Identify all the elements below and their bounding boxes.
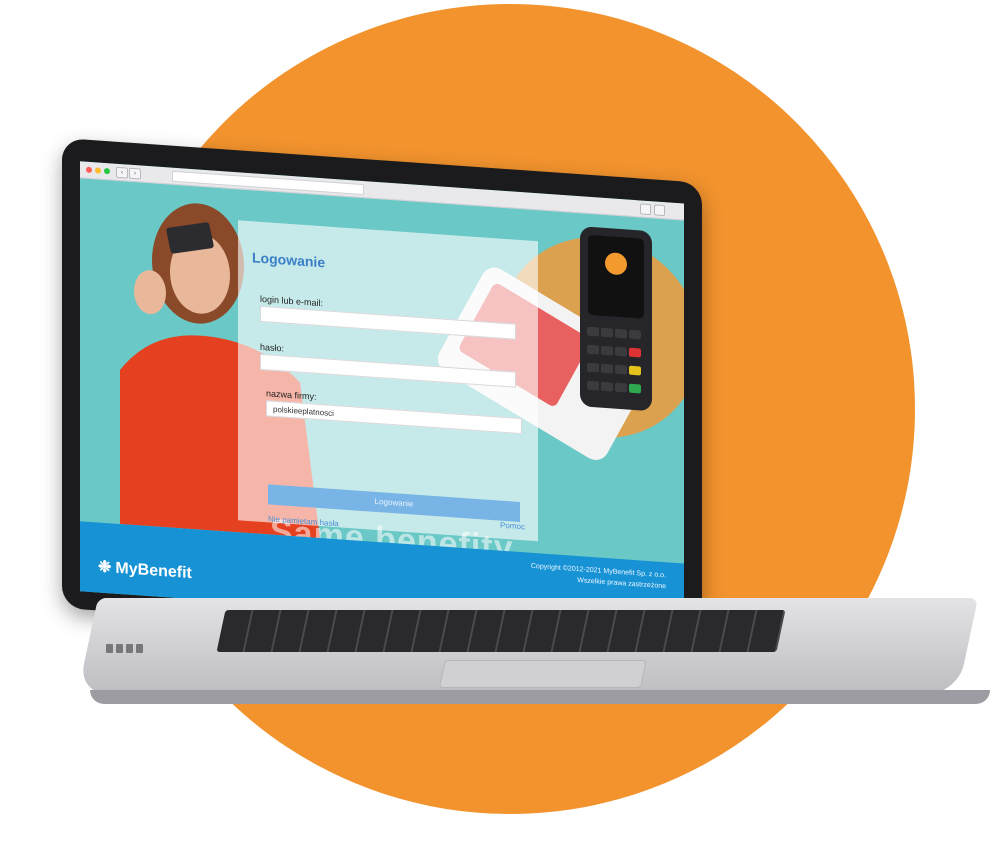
copyright-text: Copyright ©2012-2021 MyBenefit Sp. z o.o… — [531, 561, 666, 592]
terminal-keypad — [586, 325, 646, 401]
back-button[interactable]: ‹ — [116, 166, 128, 179]
snowflake-icon: ❉ — [98, 558, 112, 577]
tabs-icon[interactable] — [654, 204, 665, 217]
password-input[interactable] — [260, 353, 516, 388]
mybenefit-logo[interactable]: ❉ MyBenefit — [98, 557, 192, 584]
password-label: hasło: — [260, 341, 285, 354]
company-input[interactable]: polskieeplatnosci — [266, 400, 522, 435]
payment-terminal-image — [580, 226, 652, 412]
laptop-lid: ‹ › Logowanie login lub e-mail: hasło: n… — [62, 138, 702, 653]
laptop-trackpad — [438, 660, 647, 688]
login-panel: Logowanie login lub e-mail: hasło: nazwa… — [238, 220, 538, 568]
close-dot-icon[interactable] — [86, 166, 92, 174]
login-input[interactable] — [260, 305, 516, 340]
share-icon[interactable] — [640, 203, 651, 216]
laptop-screen: ‹ › Logowanie login lub e-mail: hasło: n… — [80, 161, 684, 634]
company-input-value: polskieeplatnosci — [273, 404, 334, 419]
company-label: nazwa firmy: — [266, 388, 317, 402]
laptop-ports — [106, 640, 146, 658]
brand-name: MyBenefit — [115, 559, 192, 583]
help-link[interactable]: Pomoc — [500, 521, 525, 532]
maximize-dot-icon[interactable] — [104, 167, 110, 175]
terminal-screen — [588, 234, 644, 319]
laptop-keyboard — [216, 610, 786, 652]
laptop-base-edge — [90, 690, 990, 704]
minimize-dot-icon[interactable] — [95, 167, 101, 174]
login-title: Logowanie — [252, 249, 326, 271]
forward-button[interactable]: › — [129, 167, 141, 180]
laptop-base — [77, 598, 979, 694]
terminal-logo-icon — [605, 251, 627, 276]
